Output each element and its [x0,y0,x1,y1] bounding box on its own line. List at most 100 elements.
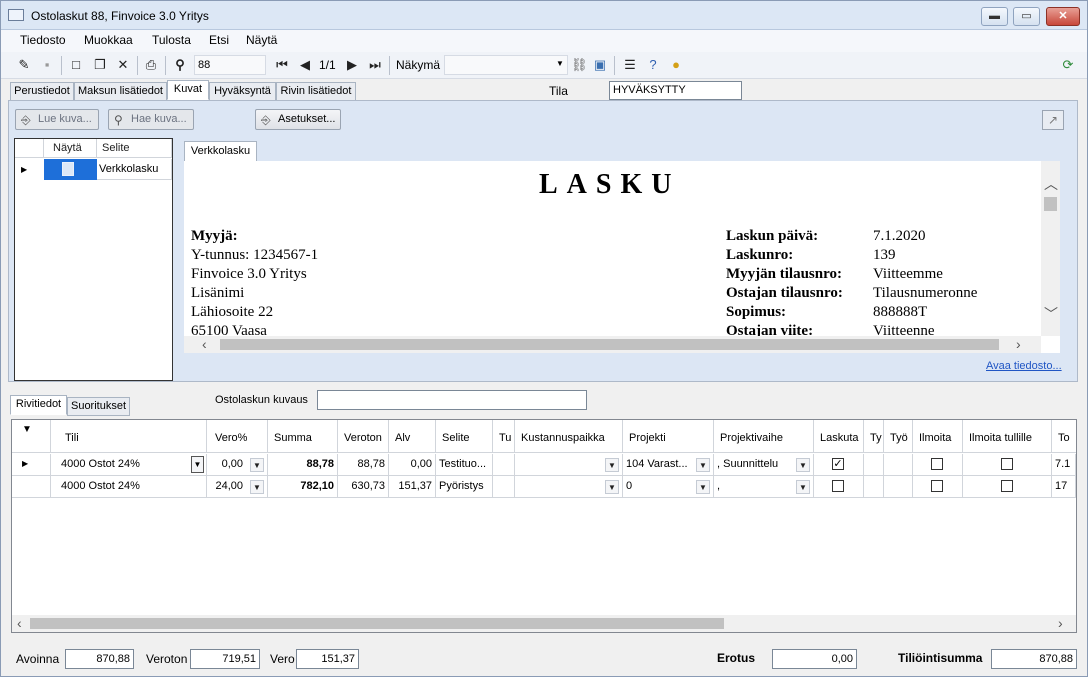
col-ilmoita[interactable]: Ilmoita [919,432,951,444]
col-laskuta[interactable]: Laskuta [820,432,859,444]
print-icon[interactable]: ⎙ [143,57,159,73]
list-icon[interactable]: ☰ [622,57,638,73]
chevron-down-icon[interactable]: ﹀ [1044,307,1058,321]
erotus-field[interactable]: 0,00 [772,649,857,669]
col-veroton[interactable]: Veroton [344,432,382,444]
last-record-icon[interactable]: ⏭ [367,57,383,73]
tab-perustiedot[interactable]: Perustiedot [10,82,74,101]
chevron-left-icon[interactable]: ‹ [17,616,22,630]
cell-summa[interactable]: 782,10 [268,476,338,498]
chevron-right-icon[interactable]: › [1058,616,1063,630]
col-vero[interactable]: Vero% [215,432,247,444]
chevron-right-icon[interactable]: › [1016,337,1021,351]
chevron-down-icon[interactable]: ▼ [605,480,619,494]
cell-alv[interactable]: 151,37 [389,476,436,498]
ilmoita-checkbox[interactable] [931,480,943,492]
chevron-down-icon[interactable]: ▼ [696,458,710,472]
laskuta-checkbox[interactable]: ✓ [832,458,844,470]
menu-tulosta[interactable]: Tulosta [152,33,191,47]
cell-ilmoita[interactable] [913,454,963,476]
new-document-icon[interactable]: □ [68,57,84,73]
first-record-icon[interactable]: ⏮ [274,57,290,73]
popout-icon[interactable]: ↗ [1042,110,1064,130]
cell-selite[interactable]: Testituo... [436,454,493,476]
refresh-icon[interactable]: ⟳ [1060,57,1076,73]
tila-field[interactable]: HYVÄKSYTTY [609,81,742,100]
cell-ty[interactable] [864,454,884,476]
col-to[interactable]: To [1058,432,1070,444]
col-ilmoita-tullille[interactable]: Ilmoita tullille [969,432,1032,444]
grid-menu-icon[interactable]: ▼ [22,424,32,435]
menu-nayta[interactable]: Näytä [246,33,277,47]
list-header-selite[interactable]: Selite [97,139,172,158]
cell-to[interactable]: 7.1 [1052,454,1076,476]
cell-alv[interactable]: 0,00 [389,454,436,476]
doc-vertical-scrollbar[interactable]: ︿ ﹀ [1041,161,1060,336]
list-header-nayta[interactable]: Näytä [44,139,97,158]
cell-tu[interactable] [493,476,515,498]
ilmoita-checkbox[interactable] [931,458,943,470]
tab-suoritukset[interactable]: Suoritukset [67,397,130,416]
cell-tyo[interactable] [884,454,913,476]
grid-horizontal-scrollbar[interactable]: ‹ › [12,615,1076,632]
cell-to[interactable]: 17 [1052,476,1076,498]
list-cell-nayta[interactable] [44,159,97,180]
cell-laskuta[interactable]: ✓ [814,454,864,476]
chevron-down-icon[interactable]: ▼ [250,480,264,494]
doc-horizontal-scrollbar[interactable]: ‹ › [184,336,1041,353]
menu-etsi[interactable]: Etsi [209,33,229,47]
doc-hscroll-thumb[interactable] [220,339,999,350]
vero-field[interactable]: 151,37 [296,649,359,669]
chevron-down-icon[interactable]: ▼ [796,480,810,494]
col-projektivaihe[interactable]: Projektivaihe [720,432,783,444]
grid-hscroll-thumb[interactable] [30,618,724,629]
col-summa[interactable]: Summa [274,432,312,444]
veroton-field[interactable]: 719,51 [190,649,260,669]
cell-laskuta[interactable] [814,476,864,498]
minimize-button[interactable]: ▬ [981,7,1008,26]
previous-record-icon[interactable]: ◀ [297,57,313,73]
save-icon[interactable]: ▪ [39,57,55,73]
maximize-button[interactable]: ▭ [1013,7,1040,26]
cell-selite[interactable]: Pyöristys [436,476,493,498]
tiliointisumma-field[interactable]: 870,88 [991,649,1077,669]
tab-rivin-lisatiedot[interactable]: Rivin lisätiedot [276,82,356,101]
delete-icon[interactable]: ✕ [115,57,131,73]
chevron-down-icon[interactable]: ▼ [250,458,264,472]
cell-veroton[interactable]: 88,78 [338,454,389,476]
avoinna-field[interactable]: 870,88 [65,649,134,669]
settings-button[interactable]: ⎆ Asetukset... [255,109,341,130]
chevron-down-icon[interactable]: ▼ [191,456,204,473]
cell-ilmoita-tullille[interactable] [963,454,1052,476]
cell-tili[interactable]: 4000 Ostot 24% [51,476,207,498]
next-record-icon[interactable]: ▶ [344,57,360,73]
cell-ilmoita-tullille[interactable] [963,476,1052,498]
table-row[interactable]: 4000 Ostot 24% 24,00 ▼ 782,10 630,73 151… [12,476,1076,498]
row-header[interactable]: ▶ [12,454,51,476]
tab-maksun-lisatiedot[interactable]: Maksun lisätiedot [74,82,167,101]
chevron-down-icon[interactable]: ▼ [796,458,810,472]
col-kustannuspaikka[interactable]: Kustannuspaikka [521,432,605,444]
cell-veroton[interactable]: 630,73 [338,476,389,498]
cell-ty[interactable] [864,476,884,498]
open-file-link[interactable]: Avaa tiedosto... [986,360,1062,372]
laskuta-checkbox[interactable] [832,480,844,492]
chevron-up-icon[interactable]: ︿ [1044,177,1058,191]
menu-muokkaa[interactable]: Muokkaa [84,33,133,47]
row-header[interactable] [12,476,51,498]
cell-tili[interactable]: 4000 Ostot 24% [51,454,207,476]
copy-icon[interactable]: ❐ [92,57,108,73]
col-tu[interactable]: Tu [499,432,511,444]
tab-kuvat[interactable]: Kuvat [167,80,209,100]
binoculars-icon[interactable]: ⚲ [172,57,188,73]
list-row[interactable]: Verkkolasku [97,159,172,180]
table-row[interactable]: ▶ 4000 Ostot 24% ▼ 0,00 ▼ 88,78 88,78 0,… [12,454,1076,476]
col-selite[interactable]: Selite [442,432,470,444]
cell-summa[interactable]: 88,78 [268,454,338,476]
chevron-down-icon[interactable]: ▼ [556,59,564,68]
chevron-down-icon[interactable]: ▼ [696,480,710,494]
cell-tu[interactable] [493,454,515,476]
col-tyo[interactable]: Työ [890,432,908,444]
ilmoita-tullille-checkbox[interactable] [1001,480,1013,492]
tab-rivitiedot[interactable]: Rivitiedot [10,395,67,415]
